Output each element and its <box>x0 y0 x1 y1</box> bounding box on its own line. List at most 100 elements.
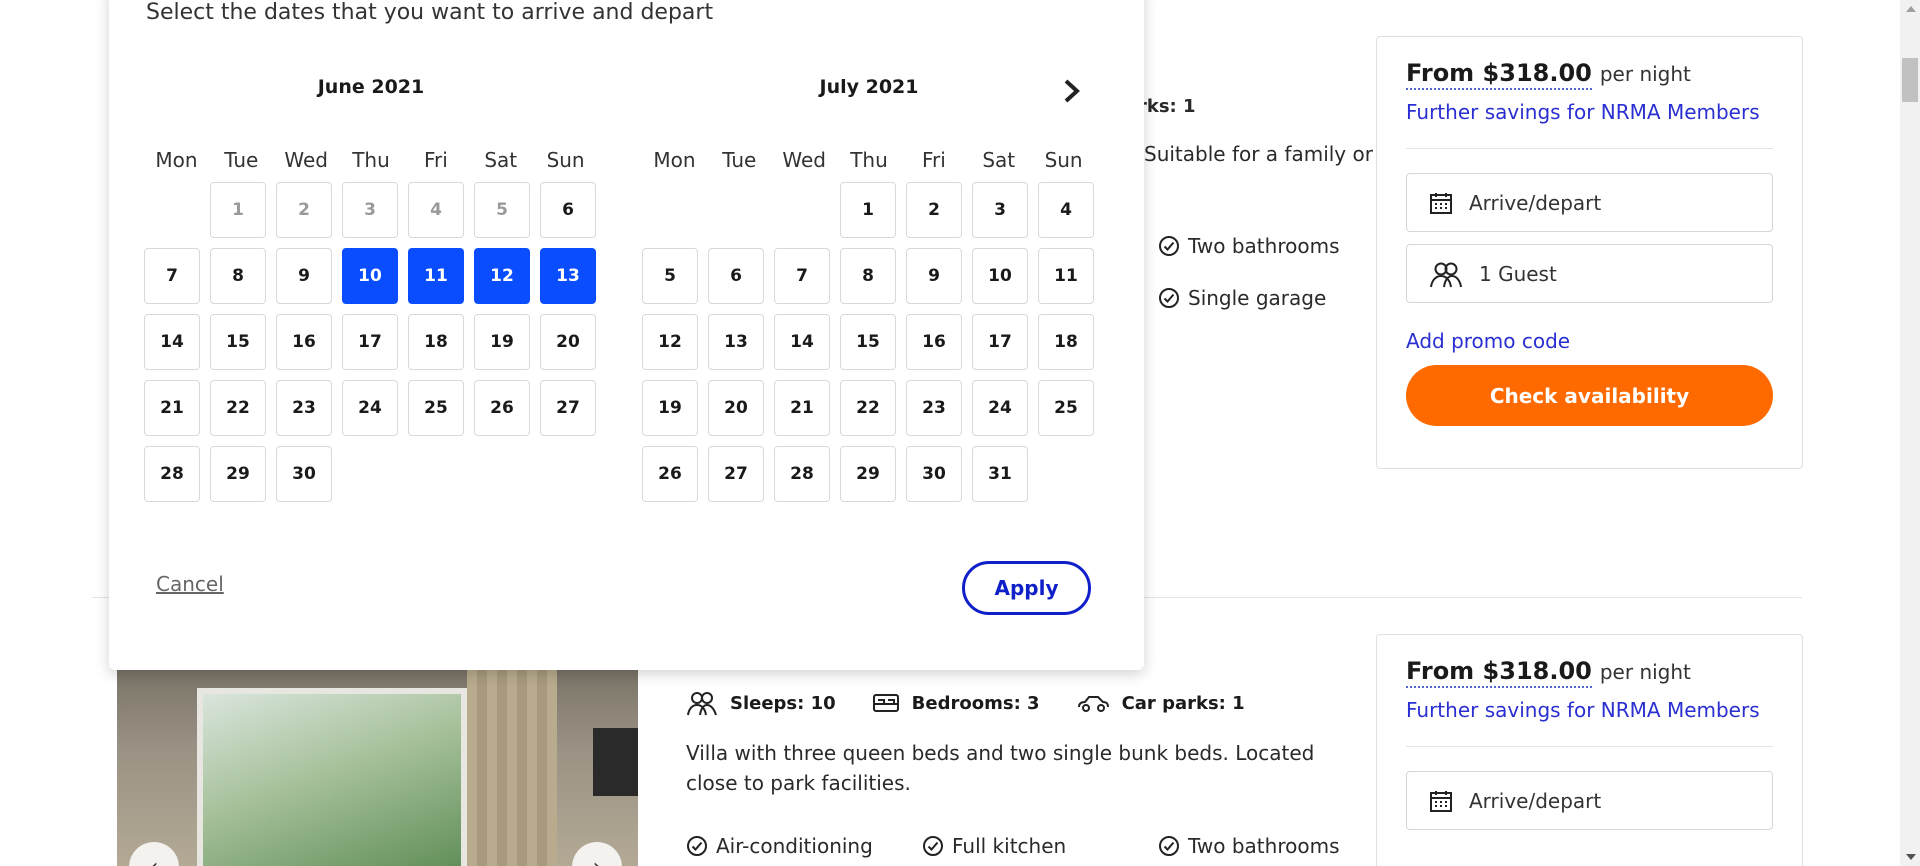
apply-button[interactable]: Apply <box>962 561 1091 615</box>
calendar-day[interactable]: 26 <box>642 446 698 502</box>
calendar-icon <box>1430 790 1452 812</box>
calendar-day[interactable]: 20 <box>708 380 764 436</box>
calendar-day-selected[interactable]: 12 <box>474 248 530 304</box>
calendar-day[interactable]: 30 <box>276 446 332 502</box>
calendar-day[interactable]: 18 <box>408 314 464 370</box>
calendar-day[interactable]: 29 <box>210 446 266 502</box>
guests-icon <box>1430 262 1462 287</box>
calendar-day[interactable]: 16 <box>276 314 332 370</box>
calendar-day[interactable]: 17 <box>972 314 1028 370</box>
weekday-label: Wed <box>782 148 826 172</box>
calendar-day[interactable]: 24 <box>972 380 1028 436</box>
calendar-day[interactable]: 5 <box>642 248 698 304</box>
calendar-day[interactable]: 13 <box>708 314 764 370</box>
car-parks-fragment: rks: 1 <box>1138 96 1196 117</box>
calendar-day[interactable]: 6 <box>540 182 596 238</box>
calendar-day[interactable]: 21 <box>774 380 830 436</box>
weekday-label: Fri <box>921 148 946 172</box>
calendar-day[interactable]: 28 <box>774 446 830 502</box>
calendar-day[interactable]: 25 <box>408 380 464 436</box>
cancel-button[interactable]: Cancel <box>156 572 224 596</box>
calendar-day[interactable]: 17 <box>342 314 398 370</box>
calendar-day[interactable]: 16 <box>906 314 962 370</box>
member-savings-link[interactable]: Further savings for NRMA Members <box>1406 100 1773 124</box>
page-scrollbar[interactable] <box>1900 0 1920 866</box>
amenity-label: Full kitchen <box>952 834 1067 858</box>
calendar-day[interactable]: 10 <box>972 248 1028 304</box>
calendar-day[interactable]: 31 <box>972 446 1028 502</box>
calendar-blank <box>642 182 698 238</box>
date-picker-title: Select the dates that you want to arrive… <box>146 0 714 25</box>
month-june: June 2021 Mon Tue Wed Thu Fri Sat Sun 12… <box>144 76 598 502</box>
calendar-day[interactable]: 15 <box>210 314 266 370</box>
calendar-day[interactable]: 15 <box>840 314 896 370</box>
amenity-item: Two bathrooms <box>1158 234 1339 258</box>
calendar-day[interactable]: 21 <box>144 380 200 436</box>
price[interactable]: From $318.00 <box>1406 657 1592 688</box>
amenity-label: Single garage <box>1188 286 1327 310</box>
calendar-day[interactable]: 11 <box>1038 248 1094 304</box>
calendar-day[interactable]: 3 <box>972 182 1028 238</box>
weekday-label: Tue <box>224 148 259 172</box>
calendar-day[interactable]: 26 <box>474 380 530 436</box>
calendar-day[interactable]: 7 <box>144 248 200 304</box>
calendar-day[interactable]: 14 <box>144 314 200 370</box>
calendar-day[interactable]: 27 <box>540 380 596 436</box>
calendar-day[interactable]: 9 <box>276 248 332 304</box>
dates-field[interactable]: Arrive/depart <box>1406 771 1773 830</box>
guests-field[interactable]: 1 Guest <box>1406 244 1773 303</box>
calendar-day[interactable]: 20 <box>540 314 596 370</box>
price-line: From $318.00 per night <box>1406 59 1773 90</box>
calendar-day[interactable]: 25 <box>1038 380 1094 436</box>
photo-prev-button[interactable]: ‹ <box>129 842 179 866</box>
calendar-day[interactable]: 18 <box>1038 314 1094 370</box>
calendar-day[interactable]: 19 <box>642 380 698 436</box>
calendar-day-selected[interactable]: 11 <box>408 248 464 304</box>
calendar-day[interactable]: 2 <box>906 182 962 238</box>
weekday-label: Sat <box>982 148 1016 172</box>
check-availability-button[interactable]: Check availability <box>1406 365 1773 426</box>
price[interactable]: From $318.00 <box>1406 59 1592 90</box>
check-icon <box>1159 236 1179 256</box>
calendar-blank <box>144 182 200 238</box>
calendar-day[interactable]: 24 <box>342 380 398 436</box>
member-savings-link[interactable]: Further savings for NRMA Members <box>1406 698 1773 722</box>
calendar-day[interactable]: 7 <box>774 248 830 304</box>
calendar-day[interactable]: 23 <box>906 380 962 436</box>
calendar-day[interactable]: 23 <box>276 380 332 436</box>
calendar-day[interactable]: 6 <box>708 248 764 304</box>
calendar-day[interactable]: 12 <box>642 314 698 370</box>
calendar-day[interactable]: 8 <box>210 248 266 304</box>
calendar-day[interactable]: 27 <box>708 446 764 502</box>
calendar-day[interactable]: 30 <box>906 446 962 502</box>
calendar-day[interactable]: 1 <box>840 182 896 238</box>
calendar-day[interactable]: 29 <box>840 446 896 502</box>
calendar-day: 5 <box>474 182 530 238</box>
calendar-day[interactable]: 4 <box>1038 182 1094 238</box>
dates-field[interactable]: Arrive/depart <box>1406 173 1773 232</box>
scroll-down-arrow[interactable] <box>1906 854 1916 860</box>
calendar-day[interactable]: 28 <box>144 446 200 502</box>
amenity-item: Two bathrooms <box>1158 834 1339 858</box>
photo-curtain <box>467 670 557 866</box>
add-promo-code-link[interactable]: Add promo code <box>1406 329 1773 353</box>
calendar-icon <box>1430 192 1452 214</box>
scroll-thumb[interactable] <box>1902 58 1918 102</box>
calendar-day[interactable]: 19 <box>474 314 530 370</box>
weekday-label: Wed <box>284 148 328 172</box>
calendar-day[interactable]: 22 <box>840 380 896 436</box>
calendar-day[interactable]: 9 <box>906 248 962 304</box>
calendar-day-selected[interactable]: 13 <box>540 248 596 304</box>
calendar-day: 1 <box>210 182 266 238</box>
scroll-up-arrow[interactable] <box>1906 6 1916 12</box>
photo-next-button[interactable]: › <box>572 842 622 866</box>
calendar-day-selected[interactable]: 10 <box>342 248 398 304</box>
calendar-day[interactable]: 14 <box>774 314 830 370</box>
next-month-button[interactable] <box>1062 78 1082 109</box>
card-divider <box>1406 148 1773 149</box>
calendar-day[interactable]: 22 <box>210 380 266 436</box>
booking-card: From $318.00 per night Further savings f… <box>1376 634 1803 866</box>
calendar-day: 4 <box>408 182 464 238</box>
calendar-day[interactable]: 8 <box>840 248 896 304</box>
weekday-header: Mon Tue Wed Thu Fri Sat Sun <box>144 148 598 172</box>
